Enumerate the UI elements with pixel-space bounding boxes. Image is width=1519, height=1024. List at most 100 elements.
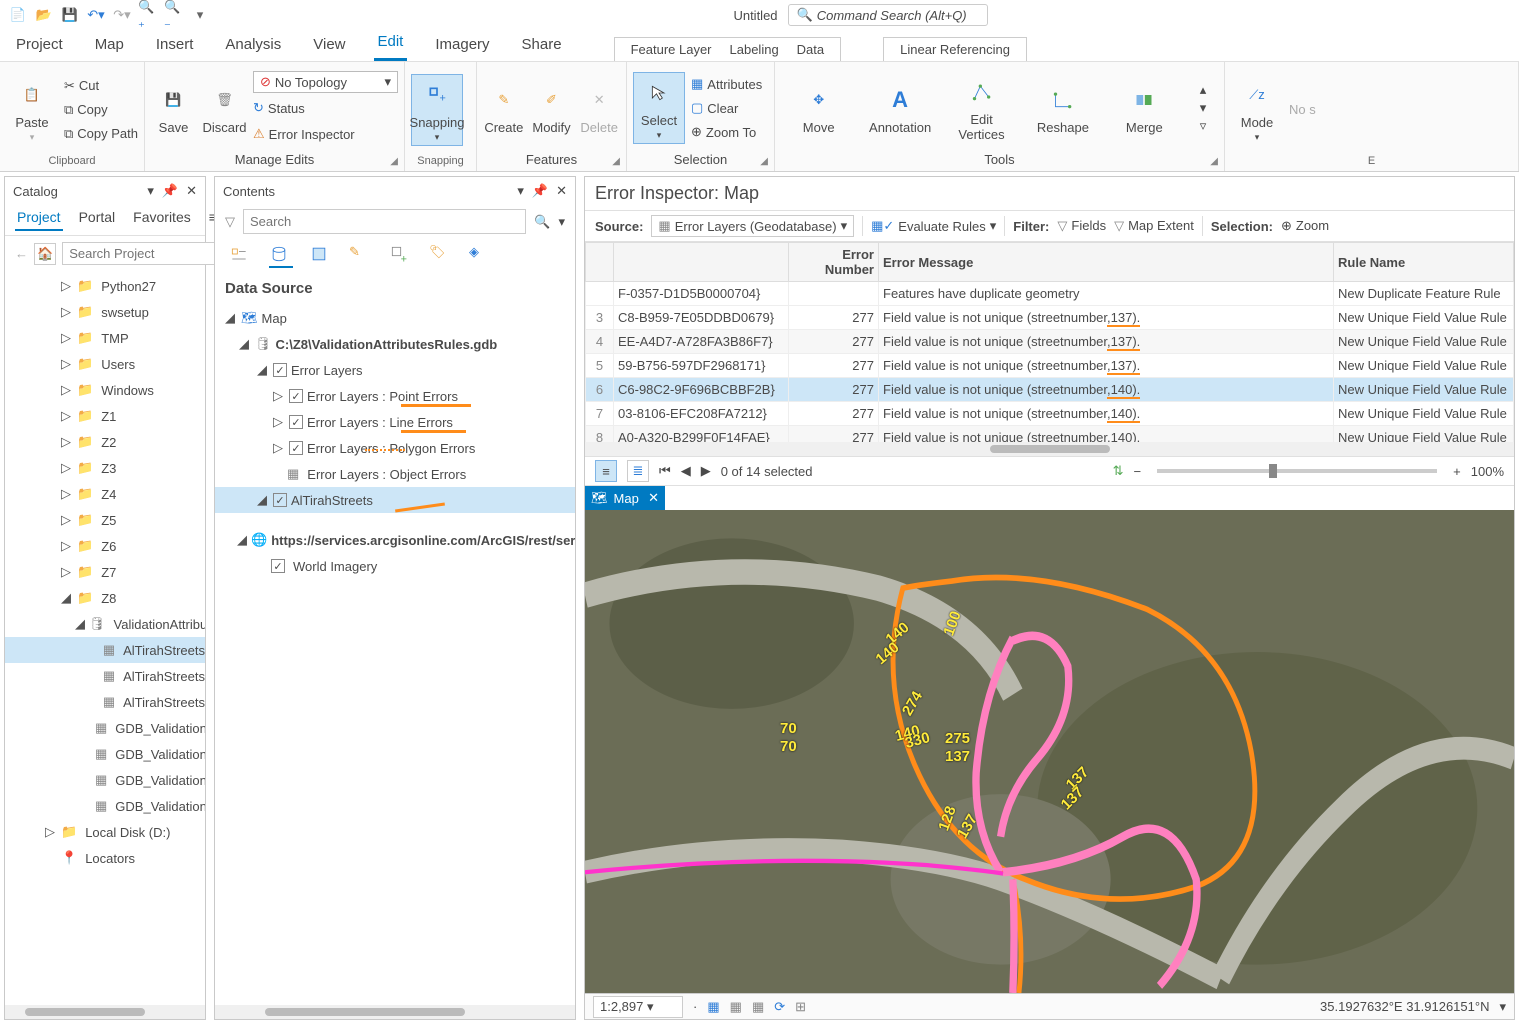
contents-line-errors[interactable]: ▷✓Error Layers : Line Errors xyxy=(215,409,575,435)
scale-input[interactable]: 1:2,897 ▾ xyxy=(593,996,683,1018)
launcher-icon[interactable]: ◢ xyxy=(760,156,768,167)
map-extent-button[interactable]: ▽Map Extent xyxy=(1114,218,1194,234)
zoom-slider[interactable] xyxy=(1157,469,1437,473)
undo-icon[interactable]: ↶▾ xyxy=(86,5,106,25)
launcher-icon[interactable]: ◢ xyxy=(390,156,398,167)
col-error-message[interactable]: Error Message xyxy=(879,243,1334,282)
save-edits-button[interactable]: 💾Save xyxy=(151,82,196,135)
contents-altirah[interactable]: ◢✓AlTirahStreets xyxy=(215,487,575,513)
delete-button[interactable]: ✕Delete xyxy=(578,82,620,135)
close-icon[interactable]: ✕ xyxy=(556,183,567,199)
map-tab[interactable]: 🗺Map✕ xyxy=(585,486,665,510)
status-icon[interactable]: ⊞ xyxy=(795,999,806,1015)
error-row[interactable]: 6C6-98C2-9F696BCBBF2B}277Field value is … xyxy=(586,378,1514,402)
zoom-out-icon[interactable]: − xyxy=(1133,464,1141,479)
tab-share[interactable]: Share xyxy=(518,32,566,61)
catalog-item[interactable]: ▷📁Z6 xyxy=(5,533,205,559)
catalog-item[interactable]: ▷📁Z3 xyxy=(5,455,205,481)
topology-dropdown[interactable]: ⊘No Topology▾ xyxy=(253,71,398,93)
view-cards-icon[interactable]: ≣ xyxy=(627,460,649,482)
prev-icon[interactable]: ◀ xyxy=(681,463,691,479)
tab-map[interactable]: Map xyxy=(91,32,128,61)
catalog-item[interactable]: ▦GDB_ValidationRules xyxy=(5,741,205,767)
catalog-item[interactable]: ▦AlTirahStreets xyxy=(5,689,205,715)
back-icon[interactable]: ← xyxy=(15,246,28,261)
subtab-portal[interactable]: Portal xyxy=(77,205,118,231)
edit-vertices-tool[interactable]: Edit Vertices xyxy=(956,74,1008,142)
evaluate-rules-button[interactable]: ▦✓Evaluate Rules▾ xyxy=(871,218,996,234)
attributes-button[interactable]: ▦Attributes xyxy=(691,73,762,95)
tab-imagery[interactable]: Imagery xyxy=(431,32,493,61)
contents-error-layers[interactable]: ◢✓Error Layers xyxy=(215,357,575,383)
clear-selection-button[interactable]: ▢Clear xyxy=(691,97,762,119)
status-icon[interactable]: ⟳ xyxy=(774,999,785,1015)
catalog-item[interactable]: ▷📁Z5 xyxy=(5,507,205,533)
ctx-labeling[interactable]: Labeling xyxy=(730,42,779,57)
copy-button[interactable]: ⧉Copy xyxy=(64,99,138,121)
catalog-item[interactable]: ▷📁Windows xyxy=(5,377,205,403)
select-button[interactable]: Select▾ xyxy=(633,72,685,144)
catalog-item[interactable]: ▷📁TMP xyxy=(5,325,205,351)
zoom-in-icon[interactable]: + xyxy=(1453,464,1461,479)
error-table[interactable]: Error Number Error Message Rule Name F-0… xyxy=(585,242,1514,442)
reshape-tool[interactable]: Reshape xyxy=(1037,82,1089,135)
contents-object-errors[interactable]: ▦Error Layers : Object Errors xyxy=(215,461,575,487)
merge-tool[interactable]: Merge xyxy=(1118,82,1170,135)
catalog-item[interactable]: ▦AlTirahStreets xyxy=(5,637,205,663)
contents-point-errors[interactable]: ▷✓Error Layers : Point Errors xyxy=(215,383,575,409)
list-by-labeling-icon[interactable]: 🏷 xyxy=(429,244,453,268)
error-inspector-button[interactable]: ⚠Error Inspector xyxy=(253,123,398,145)
first-icon[interactable]: ⏮ xyxy=(659,463,671,479)
status-button[interactable]: ↻Status xyxy=(253,97,398,119)
col-error-number[interactable]: Error Number xyxy=(789,243,879,282)
status-icon[interactable]: ▦ xyxy=(707,999,719,1015)
list-by-snapping-icon[interactable]: + xyxy=(389,244,413,268)
zoom-in-icon[interactable]: 🔍₊ xyxy=(138,5,158,25)
move-tool[interactable]: ✥Move xyxy=(793,82,845,135)
new-project-icon[interactable]: 📄 xyxy=(8,5,28,25)
contents-search-input[interactable] xyxy=(243,209,526,234)
contents-polygon-errors[interactable]: ▷✓Error Layers : Polygon Errors xyxy=(215,435,575,461)
catalog-item[interactable]: ▷📁swsetup xyxy=(5,299,205,325)
next-icon[interactable]: ▶ xyxy=(701,463,711,479)
catalog-item[interactable]: 📍Locators xyxy=(5,845,205,871)
close-icon[interactable]: ✕ xyxy=(186,183,197,199)
ctx-data[interactable]: Data xyxy=(797,42,824,57)
list-by-source-icon[interactable] xyxy=(269,244,293,268)
zoom-out-icon[interactable]: 🔍₋ xyxy=(164,5,184,25)
error-row[interactable]: F-0357-D1D5B0000704}Features have duplic… xyxy=(586,282,1514,306)
catalog-item[interactable]: ▦GDB_ValidationRules xyxy=(5,767,205,793)
sort-icon[interactable]: ⇅ xyxy=(1113,463,1124,479)
error-row[interactable]: 559-B756-597DF2968171}277Field value is … xyxy=(586,354,1514,378)
subtab-project[interactable]: Project xyxy=(15,205,63,231)
catalog-item[interactable]: ◢🛢ValidationAttributesRules xyxy=(5,611,205,637)
list-by-drawing-icon[interactable] xyxy=(229,244,253,268)
zoom-to-button[interactable]: ⊕Zoom To xyxy=(691,121,762,143)
contents-map[interactable]: ◢🗺Map xyxy=(215,305,575,331)
pin-icon[interactable]: 📌 xyxy=(532,183,548,199)
error-row[interactable]: 4EE-A4D7-A728FA3B86F7}277Field value is … xyxy=(586,330,1514,354)
command-search[interactable]: 🔍 Command Search (Alt+Q) xyxy=(788,4,988,26)
tab-insert[interactable]: Insert xyxy=(152,32,198,61)
ctx-feature-layer[interactable]: Feature Layer xyxy=(631,42,712,57)
view-rows-icon[interactable]: ≡ xyxy=(595,460,617,482)
redo-icon[interactable]: ↷▾ xyxy=(112,5,132,25)
tab-view[interactable]: View xyxy=(309,32,349,61)
list-by-editing-icon[interactable]: ✎ xyxy=(349,244,373,268)
annotation-tool[interactable]: AAnnotation xyxy=(874,82,926,135)
error-row[interactable]: 703-8106-EFC208FA7212}277Field value is … xyxy=(586,402,1514,426)
contents-gdb[interactable]: ◢🛢C:\Z8\ValidationAttributesRules.gdb xyxy=(215,331,575,357)
open-project-icon[interactable]: 📂 xyxy=(34,5,54,25)
close-icon[interactable]: ✕ xyxy=(648,490,659,506)
create-button[interactable]: ✎Create xyxy=(483,82,525,135)
map-view[interactable]: 7070140140100274140330275137137137128137 xyxy=(585,510,1514,993)
tab-analysis[interactable]: Analysis xyxy=(221,32,285,61)
subtab-favorites[interactable]: Favorites xyxy=(131,205,193,231)
mode-button[interactable]: ⟋zMode▾ xyxy=(1231,77,1283,143)
snapping-button[interactable]: + Snapping▾ xyxy=(411,74,463,146)
fields-button[interactable]: ▽Fields xyxy=(1057,218,1106,234)
pin-icon[interactable]: 📌 xyxy=(162,183,178,199)
catalog-item[interactable]: ▷📁Z4 xyxy=(5,481,205,507)
ctx-linear-ref[interactable]: Linear Referencing xyxy=(900,42,1010,57)
col-rule-name[interactable]: Rule Name xyxy=(1334,243,1514,282)
